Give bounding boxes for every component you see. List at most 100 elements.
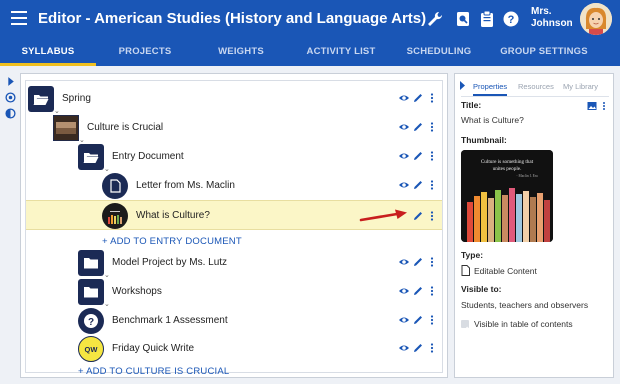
svg-text:unites people.: unites people. [493,166,522,172]
visible-to-label: Visible to: [461,284,502,294]
pointer-arrow-annotation [359,209,407,222]
tree-row-friday-quick-write[interactable]: QW Friday Quick Write [26,335,442,363]
page-title: Editor - American Studies (History and L… [38,10,427,27]
visible-in-table-checkbox[interactable] [461,320,469,332]
edit-pencil-icon[interactable] [412,121,424,133]
tree-row-letter[interactable]: Letter from Ms. Maclin [26,172,442,200]
left-toolstrip [0,66,20,384]
main-tabs: SYLLABUS PROJECTS WEIGHTS ACTIVITY LIST … [0,38,620,66]
edit-pencil-icon[interactable] [412,92,424,104]
tree-row-label: Spring [62,93,91,104]
visible-to-value: Students, teachers and observers [461,300,589,310]
collapse-arrow-icon[interactable] [459,81,466,90]
tree-row-what-is-culture[interactable]: What is Culture? [26,200,442,230]
title-label: Title: [461,100,482,110]
edit-pencil-icon[interactable] [412,179,424,191]
visibility-icon[interactable] [398,256,410,268]
tree-row-label: What is Culture? [136,210,210,221]
edit-pencil-icon[interactable] [412,314,424,326]
properties-panel: Properties Resources My Library Title: W… [454,73,614,378]
tree-row-label: Friday Quick Write [112,343,195,354]
target-icon[interactable] [5,92,16,103]
visibility-icon[interactable] [398,92,410,104]
more-options-icon[interactable] [426,314,438,326]
edit-pencil-icon[interactable] [412,150,424,162]
more-options-icon[interactable] [426,150,438,162]
wrench-icon[interactable] [425,9,445,29]
question-icon: ? [78,308,104,334]
type-value: Editable Content [474,266,537,276]
tree-row-entry-document[interactable]: ⌄ Entry Document [26,143,442,173]
visible-in-table-label: Visible in table of contents [474,319,573,329]
tree-row-label: Letter from Ms. Maclin [136,180,235,191]
help-icon[interactable]: ? [501,9,521,29]
title-value[interactable]: What is Culture? [461,115,524,125]
menu-icon[interactable] [11,11,27,25]
folder-open-icon [78,144,104,170]
more-options-icon[interactable] [600,101,608,111]
preview-icon[interactable] [453,9,473,29]
tree-row-spring[interactable]: ⌄ Spring [26,85,442,115]
tree-row-workshops[interactable]: ⌄ Workshops [26,278,442,308]
svg-text:Culture is something that: Culture is something that [481,159,534,165]
more-options-icon[interactable] [426,256,438,268]
edit-pencil-icon[interactable] [412,285,424,297]
tree-row-culture-is-crucial[interactable]: ⌄ Culture is Crucial [26,114,442,144]
edit-pencil-icon[interactable] [412,342,424,354]
tab-scheduling[interactable]: SCHEDULING [400,38,478,66]
contrast-icon[interactable] [5,108,16,119]
avatar-illustration [580,3,612,35]
expand-arrow-icon[interactable] [5,76,16,87]
tree-row-label: Benchmark 1 Assessment [112,315,228,326]
visibility-icon[interactable] [398,150,410,162]
avatar[interactable] [580,3,612,35]
tree-row-label: Workshops [112,286,162,297]
svg-text:?: ? [508,14,515,26]
tree-row-label: Entry Document [112,151,184,162]
more-options-icon[interactable] [426,92,438,104]
visibility-icon[interactable] [398,179,410,191]
visibility-icon[interactable] [398,342,410,354]
tab-resources[interactable]: Resources [518,82,554,91]
tab-activity-list[interactable]: ACTIVITY LIST [298,38,384,66]
app-header: Editor - American Studies (History and L… [0,0,620,38]
thumbnail-label: Thumbnail: [461,135,507,145]
tab-group-settings[interactable]: GROUP SETTINGS [492,38,596,66]
more-options-icon[interactable] [426,210,438,222]
tab-properties[interactable]: Properties [473,82,508,96]
add-to-culture-link[interactable]: + ADD TO CULTURE IS CRUCIAL [78,366,229,377]
thumbnail-hands-illustration: Culture is something that unites people.… [461,150,553,242]
clipboard-icon[interactable] [477,9,497,29]
svg-text:QW: QW [85,345,99,354]
folder-icon [78,279,104,305]
thumbnail-image[interactable]: Culture is something that unites people.… [461,150,553,242]
document-icon [102,173,128,199]
image-thumbnail-icon [102,203,128,229]
folder-icon [78,250,104,276]
tab-my-library[interactable]: My Library [563,82,598,91]
folder-open-icon [28,86,54,112]
visibility-icon[interactable] [398,121,410,133]
tree-row-label: Model Project by Ms. Lutz [112,257,228,268]
more-options-icon[interactable] [426,285,438,297]
more-options-icon[interactable] [426,121,438,133]
user-name[interactable]: Mrs. Johnson [531,6,573,30]
tree-row-benchmark[interactable]: ? Benchmark 1 Assessment [26,307,442,335]
tab-projects[interactable]: PROJECTS [105,38,185,66]
project-thumbnail-image [53,115,79,141]
more-options-icon[interactable] [426,179,438,191]
tab-weights[interactable]: WEIGHTS [206,38,276,66]
syllabus-tree-panel: ⌄ Spring ⌄ Culture is Crucial ⌄ Entry Do… [20,73,448,378]
visibility-icon[interactable] [398,285,410,297]
visibility-icon[interactable] [398,314,410,326]
tree-row-label: Culture is Crucial [87,122,164,133]
image-icon[interactable] [587,101,597,111]
edit-pencil-icon[interactable] [412,256,424,268]
qw-icon: QW [78,336,104,362]
svg-text:- Maclin I. Era: - Maclin I. Era [516,174,538,178]
tab-syllabus[interactable]: SYLLABUS [0,38,96,66]
add-to-entry-document-link[interactable]: + ADD TO ENTRY DOCUMENT [102,236,242,247]
tree-row-model-project[interactable]: ⌄ Model Project by Ms. Lutz [26,249,442,279]
more-options-icon[interactable] [426,342,438,354]
edit-pencil-icon[interactable] [412,210,424,222]
